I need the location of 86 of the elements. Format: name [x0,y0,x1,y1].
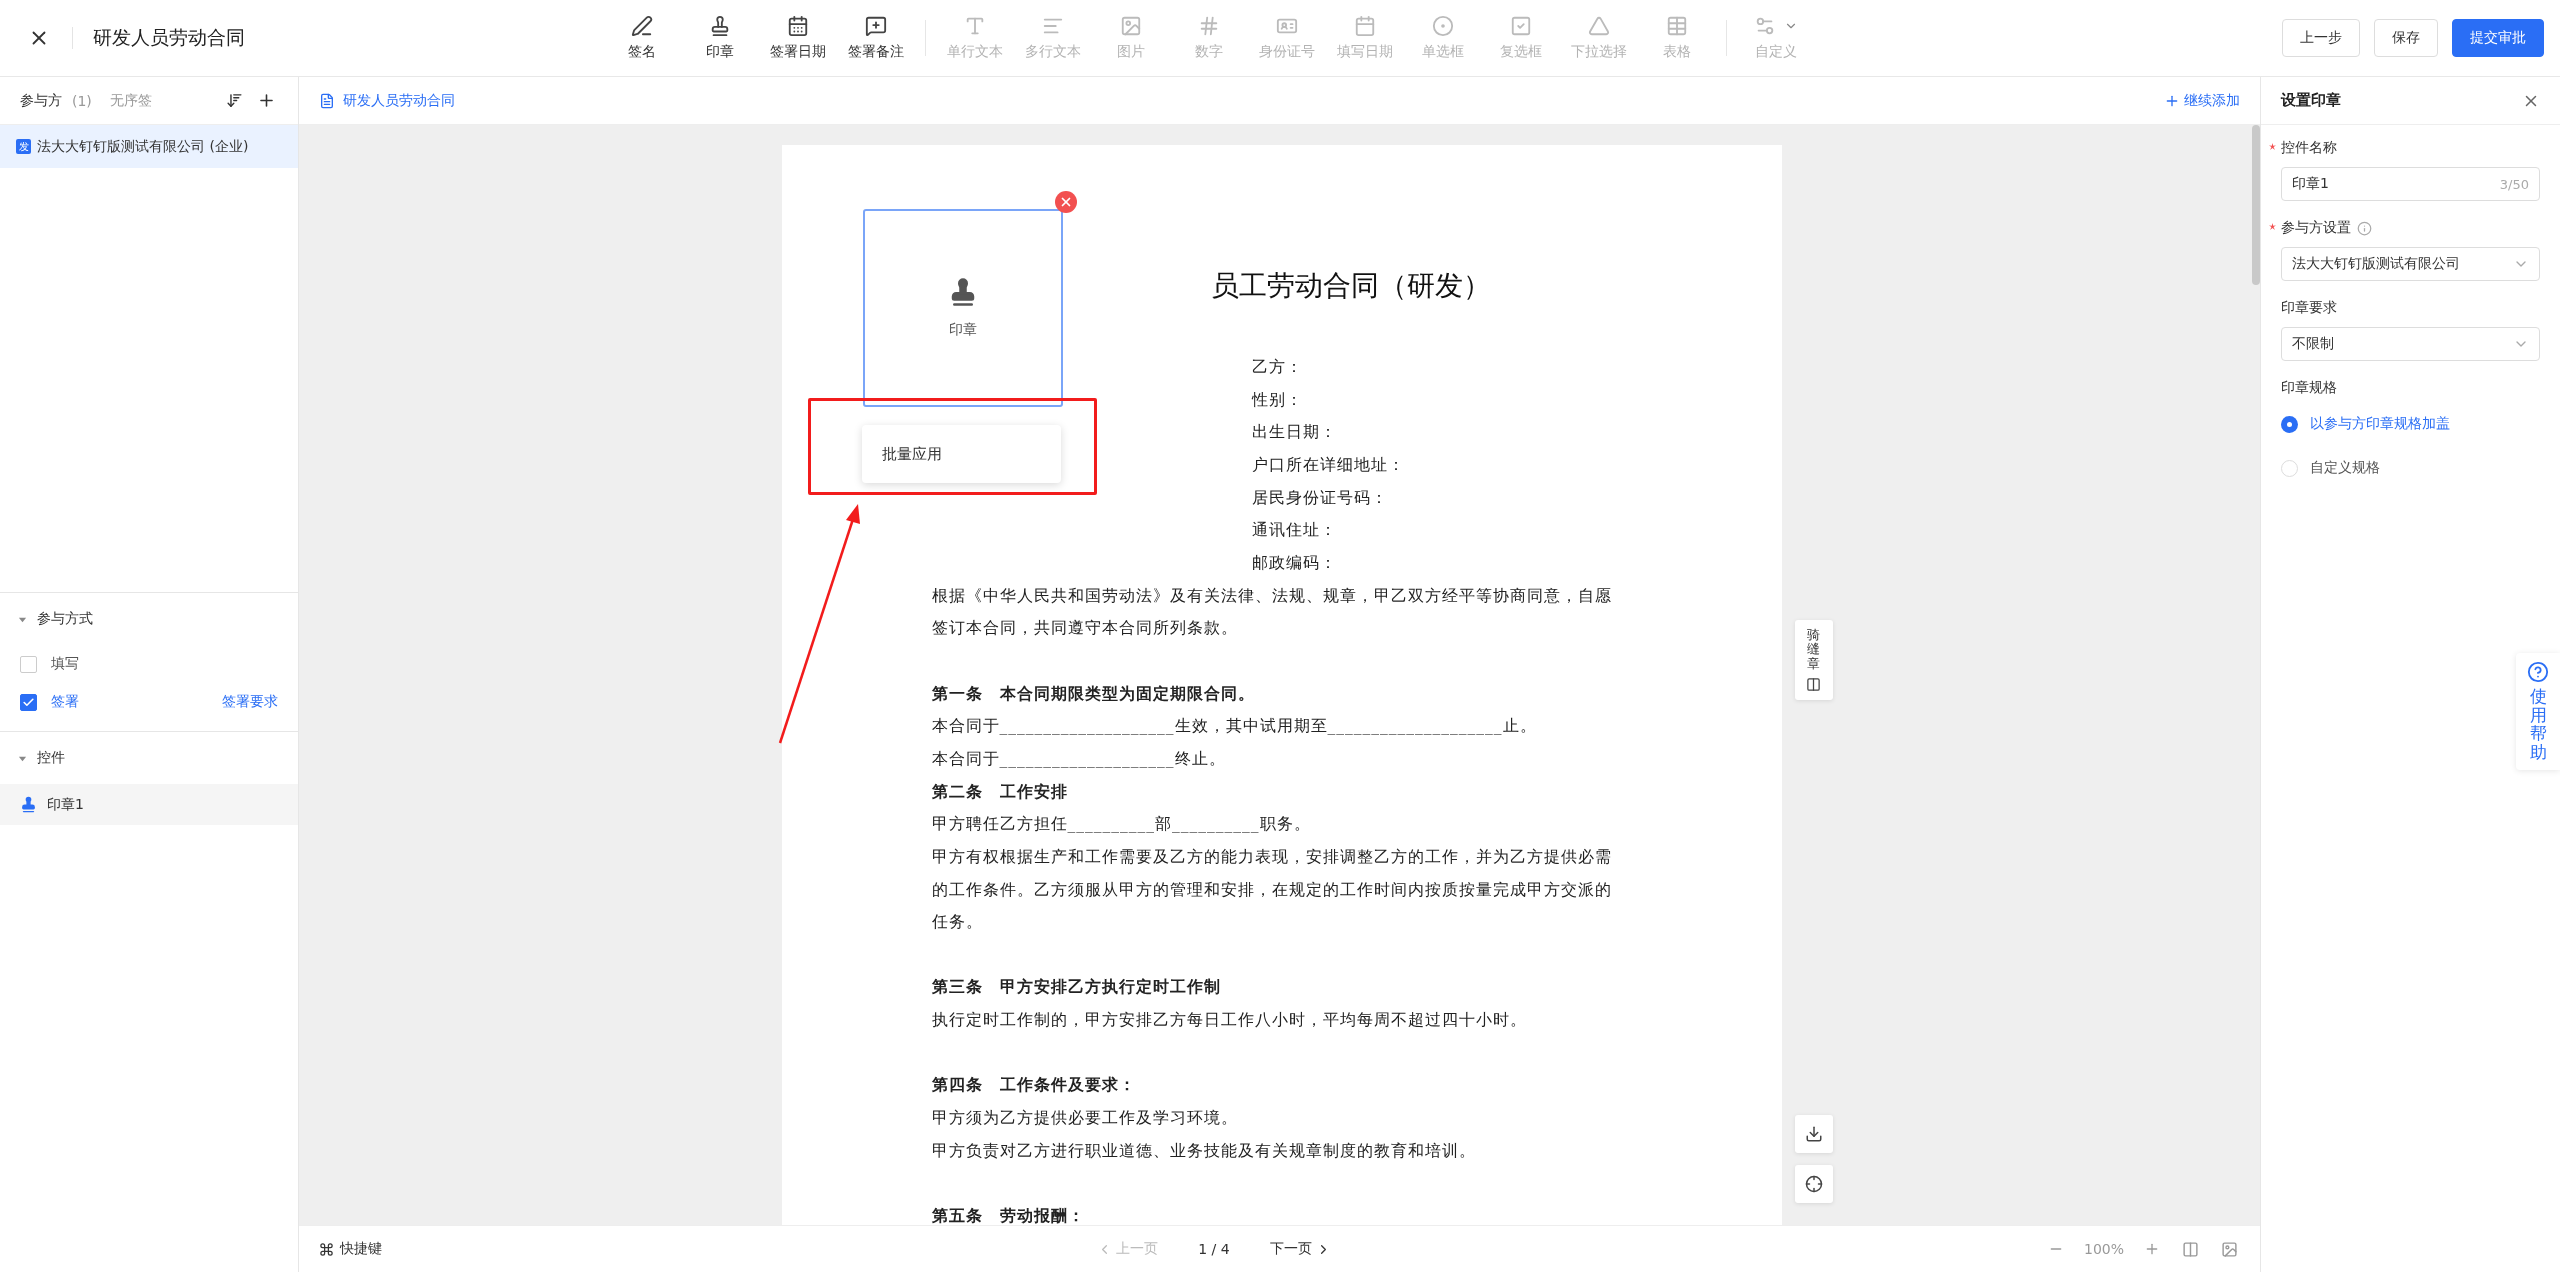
check-icon [22,695,35,709]
checkbox[interactable] [20,655,37,673]
contract-text: 居民身份证号码： [1251,487,1388,509]
seam-stamp-tool[interactable]: 骑缝章 [1794,620,1833,700]
section-title: 控件 [37,749,65,767]
contract-text: 甲方有权根据生产和工作需要及乙方的能力表现，安排调整乙方的工作，并为乙方提供必需的工作条件。乙方须服从甲方的管理和安排，在规定的工作时间内按质按量完成甲方交派的任务。 [931,846,1613,934]
select-field[interactable]: 不限制 [2281,327,2540,361]
contract-text: 户口所在详细地址： [1251,454,1405,476]
clause-heading: 第二条 工作安排 [931,780,1069,803]
requirements-link[interactable]: 签署要求 [222,693,278,711]
stamp-label: 印章 [948,321,977,339]
toolbar-tool[interactable]: 印章 [680,15,759,61]
control-item[interactable]: 印章1 [0,784,298,825]
contract-text: 本合同于____________________终止。 [931,748,1227,770]
document-title: 研发人员劳动合同 [93,25,245,50]
checkbox[interactable] [20,693,37,711]
page-indicator: 1 / 4 [1198,1241,1230,1257]
document-tab[interactable]: 研发人员劳动合同 [319,91,455,110]
seam-icon [1806,676,1821,692]
stamp-icon [20,796,37,813]
contract-text: 根据《中华人民共和国劳动法》及有关法律、法规、规章，甲乙双方经平等协商同意，自愿签订本合同，共同遵守本合同所列条款。 [931,585,1613,640]
field-label: 印章规格 [2281,379,2337,397]
comment-plus-icon [864,15,887,37]
participant-count: (1) [72,92,92,109]
sender-badge: 发 [16,139,31,154]
command-icon[interactable] [319,1241,334,1257]
download-icon[interactable] [1804,1125,1823,1143]
toolbar-tool[interactable]: 签署备注 [836,15,915,61]
checkbox-label: 填写 [51,655,80,673]
submit-button[interactable]: 提交审批 [2452,19,2544,57]
field-label: 控件名称 [2281,139,2337,157]
calendar-icon [786,15,809,37]
pen-icon [630,15,653,37]
batch-apply-item[interactable]: 批量应用 [881,444,942,464]
help-icon[interactable] [2527,661,2549,683]
signing-mode: 无序签 [109,91,153,110]
clause-heading: 第四条 工作条件及要求： [931,1074,1137,1097]
radio-label: 自定义规格 [2310,459,2380,477]
contract-text: 乙方： [1251,357,1303,378]
triangle-icon [1587,15,1610,37]
name-input[interactable]: 印章1 3/50 [2281,167,2540,201]
field-label: 印章要求 [2281,299,2337,317]
radio-icon [1431,15,1454,37]
checkbox-label: 签署 [51,693,80,711]
add-more-link[interactable]: 继续添加 [2164,91,2240,110]
contract-text: 本合同于____________________生效，其中试用期至____________________止。 [931,716,1538,738]
participant-item[interactable]: 发 法大大钉钉版测试有限公司 (企业) [0,125,298,168]
participant-name: 法大大钉钉版测试有限公司 (企业) [37,137,249,156]
stamp-field[interactable]: 印章 [862,209,1063,407]
contract-text: 甲方须为乙方提供必要工作及学习环境。 [931,1108,1239,1130]
toolbar-tool[interactable]: 签名 [602,15,681,61]
contract-text: 执行定时工作制的，甲方安排乙方每日工作八小时，平均每周不超过四十小时。 [931,1010,1528,1032]
checkbox-icon [1509,15,1532,37]
next-page-button[interactable]: 下一页 [1269,1240,1331,1258]
radio-button[interactable] [2281,415,2298,433]
table-icon [1665,15,1688,37]
shortcuts-button[interactable]: 快捷键 [319,1240,382,1258]
control-label: 印章1 [47,795,84,814]
contract-text: 性别： [1251,389,1303,411]
calendar-icon [1353,15,1376,37]
section-title: 参与方式 [37,610,93,628]
contract-text: 出生日期： [1251,422,1337,444]
contract-title: 员工劳动合同（研发） [1210,269,1491,303]
contract-text: 通讯住址： [1251,520,1337,542]
clause-heading: 第三条 甲方安排乙方执行定时工作制 [931,976,1222,999]
locate-button[interactable] [1794,1165,1833,1203]
action-button[interactable]: 保存 [2374,19,2438,57]
action-button[interactable]: 上一步 [2282,19,2360,57]
select-field[interactable]: 法大大钉钉版测试有限公司 [2281,247,2540,281]
zoom-level: 100% [2083,1241,2124,1257]
file-icon [319,92,335,109]
radio-label: 以参与方印章规格加盖 [2310,415,2450,433]
contract-text: 甲方聘任乙方担任__________部__________职务。 [931,814,1312,836]
crosshair-icon[interactable] [1804,1175,1823,1193]
contract-text: 邮政编码： [1251,552,1337,574]
clause-heading: 第五条 劳动报酬： [931,1205,1086,1225]
download-button[interactable] [1794,1115,1833,1153]
panel-title: 设置印章 [2281,91,2341,110]
contract-text: 甲方负责对乙方进行职业道德、业务技能及有关规章制度的教育和培训。 [931,1140,1477,1162]
image-icon [1119,15,1142,37]
clause-heading: 第一条 本合同期限类型为固定期限合同。 [931,682,1256,705]
participants-title: 参与方 [20,91,62,110]
help-button[interactable]: 使用帮助 [2516,653,2560,770]
field-label: 参与方设置 [2281,219,2351,237]
toolbar-tool[interactable]: 签署日期 [758,15,837,61]
scrollbar[interactable] [2252,125,2260,285]
